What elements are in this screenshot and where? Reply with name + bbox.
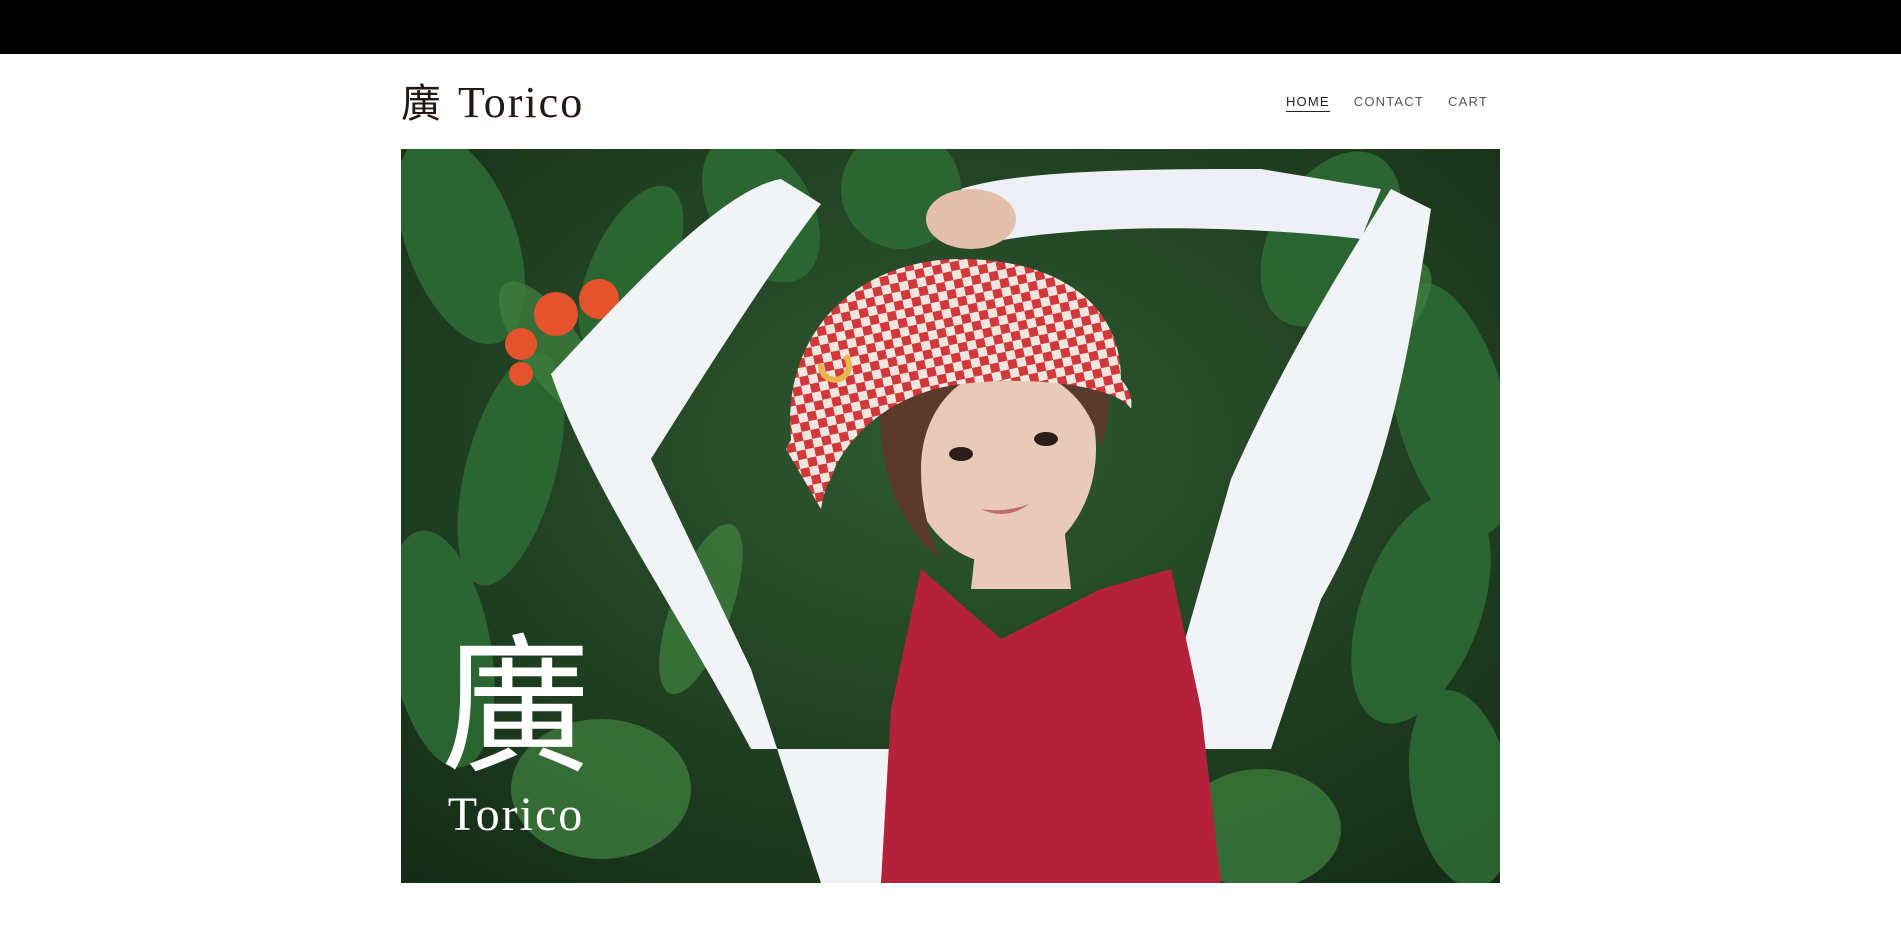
hero-logo: 廣 Torico xyxy=(441,629,591,841)
hero-logo-kanji: 廣 xyxy=(441,626,592,792)
logo-kanji: 廣 xyxy=(401,81,442,126)
hero-logo-wordmark: Torico xyxy=(447,788,585,841)
nav-contact-link[interactable]: CONTACT xyxy=(1354,94,1424,112)
site-logo[interactable]: 廣 Torico xyxy=(401,80,584,126)
hero-banner: 廣 Torico xyxy=(401,149,1500,883)
top-black-bar xyxy=(0,0,1901,54)
logo-wordmark: Torico xyxy=(458,78,585,127)
nav-cart-link[interactable]: CART xyxy=(1448,94,1488,112)
main-nav: HOME CONTACT CART xyxy=(1285,94,1488,112)
site-header: 廣 Torico HOME CONTACT CART xyxy=(401,54,1500,148)
nav-home-link[interactable]: HOME xyxy=(1285,94,1330,112)
